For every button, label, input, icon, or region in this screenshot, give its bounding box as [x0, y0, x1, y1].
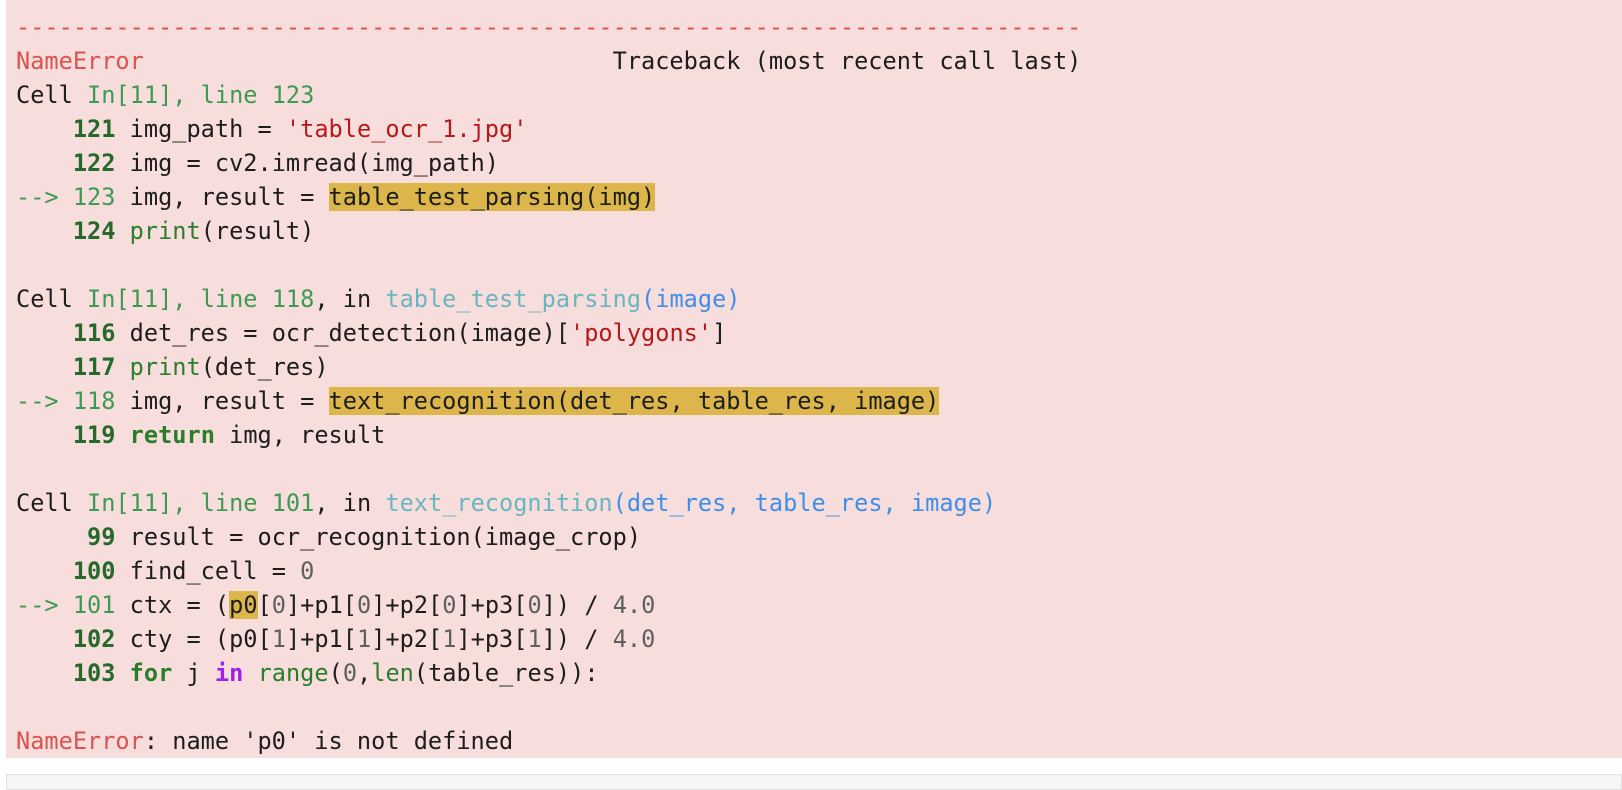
error-highlight: p0 — [229, 591, 258, 619]
error-highlight: text_recognition(det_res, table_res, ima… — [328, 387, 940, 415]
line-number: 101 — [72, 591, 116, 619]
current-line-arrow: --> — [16, 387, 59, 415]
traceback-header: NameError Traceback (most recent call la… — [16, 44, 1081, 78]
frame-1-header: Cell In[11], line 123 — [16, 78, 1081, 112]
current-line-arrow: --> — [16, 591, 59, 619]
cell-word: Cell — [16, 489, 73, 517]
code-line: 121 img_path = 'table_ocr_1.jpg' — [72, 115, 528, 143]
line-number: 118 — [72, 387, 116, 415]
error-output-area: ----------------------------------------… — [6, 0, 1622, 758]
next-cell-input[interactable] — [6, 774, 1622, 790]
line-number: 99 — [87, 523, 116, 551]
frame-3-function: text_recognition — [385, 489, 613, 517]
code-line: 117 print(det_res) — [72, 353, 329, 381]
frame-2-cell-ref: In[11], line 118 — [87, 285, 315, 313]
traceback-header-text: Traceback (most recent call last) — [612, 47, 1082, 75]
separator-line: ----------------------------------------… — [16, 10, 1081, 44]
code-line-current: --> 101 ctx = (p0[0]+p1[0]+p2[0]+p3[0]) … — [16, 591, 656, 619]
line-number: 103 — [72, 659, 116, 687]
code-line: 103 for j in range(0,len(table_res)): — [72, 659, 599, 687]
frame-1-cell-ref: In[11], line 123 — [87, 81, 315, 109]
line-number: 100 — [72, 557, 116, 585]
in-word: , in — [314, 489, 386, 517]
current-line-arrow: --> — [16, 183, 59, 211]
code-line: 122 img = cv2.imread(img_path) — [72, 149, 499, 177]
line-number: 116 — [72, 319, 116, 347]
code-line: 102 cty = (p0[1]+p1[1]+p2[1]+p3[1]) / 4.… — [72, 625, 656, 653]
separator: ----------------------------------------… — [16, 13, 1082, 41]
code-line: 124 print(result) — [72, 217, 315, 245]
final-error-message: : name 'p0' is not defined — [143, 727, 514, 755]
code-line: 116 det_res = ocr_detection(image)['poly… — [72, 319, 727, 347]
line-number: 117 — [72, 353, 116, 381]
cell-word: Cell — [16, 285, 73, 313]
line-number: 102 — [72, 625, 116, 653]
error-highlight: table_test_parsing(img) — [328, 183, 656, 211]
code-line-current: --> 118 img, result = text_recognition(d… — [16, 387, 940, 415]
frame-2-args: (image) — [641, 285, 741, 313]
frame-3-cell-ref: In[11], line 101 — [87, 489, 315, 517]
line-number: 119 — [72, 421, 116, 449]
line-number: 123 — [72, 183, 116, 211]
in-word: , in — [314, 285, 386, 313]
frame-3-header: Cell In[11], line 101, in text_recogniti… — [16, 486, 1081, 520]
final-error-name: NameError — [16, 727, 144, 755]
code-line-current: --> 123 img, result = table_test_parsing… — [16, 183, 656, 211]
code-line: 119 return img, result — [72, 421, 386, 449]
line-number: 122 — [72, 149, 116, 177]
line-number: 121 — [72, 115, 116, 143]
line-number: 124 — [72, 217, 116, 245]
traceback: ----------------------------------------… — [16, 10, 1081, 758]
code-line: 100 find_cell = 0 — [72, 557, 315, 585]
frame-2-header: Cell In[11], line 118, in table_test_par… — [16, 282, 1081, 316]
error-name: NameError — [16, 47, 144, 75]
frame-2-function: table_test_parsing — [385, 285, 642, 313]
frame-3-args: (det_res, table_res, image) — [612, 489, 997, 517]
code-line: 99 result = ocr_recognition(image_crop) — [87, 523, 642, 551]
cell-word: Cell — [16, 81, 73, 109]
error-message-line: NameError: name 'p0' is not defined — [16, 724, 1081, 758]
